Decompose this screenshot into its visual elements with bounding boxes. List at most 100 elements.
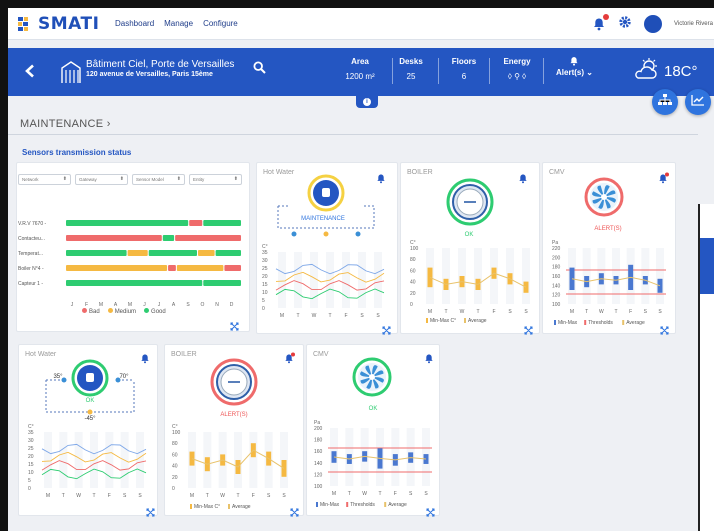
building-name: Bâtiment Ciel, Porte de Versailles bbox=[86, 59, 235, 70]
app-screen: SMATI Dashboard Manage Configure Victori… bbox=[8, 8, 714, 531]
status-segment bbox=[66, 265, 168, 271]
alert-bell-icon bbox=[556, 56, 593, 68]
status-segment bbox=[66, 250, 127, 256]
legend-bad-label: Bad bbox=[89, 309, 100, 315]
sensors-title: Sensors transmission status bbox=[22, 148, 132, 157]
card-title: BOILER bbox=[407, 169, 433, 176]
status-segment bbox=[148, 250, 197, 256]
stat-desks-value: 25 bbox=[406, 72, 416, 81]
info-toggle[interactable]: i bbox=[356, 96, 378, 108]
notification-badge bbox=[603, 14, 609, 20]
status-segment bbox=[66, 280, 203, 286]
status-segment bbox=[162, 235, 175, 241]
secondary-window-header bbox=[700, 238, 714, 294]
filter-network[interactable]: Network bbox=[18, 174, 71, 185]
main-nav: Dashboard Manage Configure bbox=[115, 19, 238, 28]
status-segment bbox=[215, 250, 241, 256]
status-label: OK bbox=[85, 398, 95, 404]
card-title: Hot Water bbox=[25, 351, 57, 358]
hierarchy-icon bbox=[658, 93, 672, 111]
sensor-row-label: Temperat... bbox=[18, 251, 43, 257]
top-bar: SMATI Dashboard Manage Configure Victori… bbox=[8, 8, 714, 40]
boiler-card-2: BOILER bbox=[164, 344, 304, 516]
temp-right-label: 70° bbox=[119, 374, 129, 380]
stat-floors-value: 6 bbox=[461, 72, 467, 81]
chevron-right-icon: › bbox=[106, 118, 111, 130]
section-divider bbox=[8, 134, 698, 135]
stat-divider bbox=[392, 58, 393, 84]
card-title: BOILER bbox=[171, 351, 197, 358]
sensor-row-label: Capteur 1 - bbox=[18, 281, 43, 287]
filter-entity[interactable]: Entity bbox=[189, 174, 242, 185]
screen-frame: SMATI Dashboard Manage Configure Victori… bbox=[0, 0, 714, 531]
nav-configure[interactable]: Configure bbox=[203, 19, 238, 28]
legend-medium: Medium bbox=[107, 308, 136, 315]
stat-divider bbox=[489, 58, 490, 84]
building-icon bbox=[60, 60, 82, 89]
weather-widget: 18C° bbox=[634, 58, 698, 84]
user-name[interactable]: Victorie Rivera bbox=[674, 21, 714, 27]
status-segment bbox=[189, 220, 203, 226]
alerts-dropdown[interactable]: Alert(s) ⌄ bbox=[556, 56, 593, 77]
hierarchy-button[interactable] bbox=[652, 89, 678, 115]
temp-left-label: 35° bbox=[53, 374, 63, 380]
temp-bottom-label: -45° bbox=[84, 416, 96, 422]
page-title[interactable]: MAINTENANCE › bbox=[20, 118, 111, 130]
building-address: 120 avenue de Versailles, Paris 15ème bbox=[86, 71, 213, 78]
notifications-icon[interactable] bbox=[592, 14, 609, 31]
stat-desks-label: Desks bbox=[399, 57, 423, 66]
sensor-filters: Network Gateway Sensor Model Entity bbox=[18, 174, 242, 185]
nav-dashboard[interactable]: Dashboard bbox=[115, 19, 154, 28]
stat-floors: Floors 6 bbox=[448, 57, 480, 81]
month-tick: N bbox=[215, 302, 219, 308]
page-title-text: MAINTENANCE bbox=[20, 118, 104, 130]
sensor-row-label: Boiler N°4 - bbox=[18, 266, 44, 272]
settings-gear-icon[interactable] bbox=[618, 15, 632, 34]
analytics-button[interactable] bbox=[685, 89, 711, 115]
status-label: OK bbox=[464, 232, 474, 238]
month-tick: S bbox=[186, 302, 190, 308]
top-right-actions: Victorie Rivera bbox=[592, 14, 714, 34]
stat-area: Area 1200 m² bbox=[338, 57, 382, 81]
status-label: ALERT(S) bbox=[594, 226, 622, 232]
stat-energy-value: ◊ ⚲ ◊ bbox=[507, 72, 527, 81]
status-segment bbox=[66, 235, 162, 241]
hotwater-card-1: Hot Water bbox=[256, 162, 398, 334]
status-segment bbox=[203, 220, 241, 226]
back-arrow-icon[interactable] bbox=[24, 62, 36, 83]
boiler-card-1: BOILER bbox=[400, 162, 540, 334]
filter-sensor-model[interactable]: Sensor Model bbox=[132, 174, 185, 185]
stat-energy: Energy ◊ ⚲ ◊ bbox=[496, 57, 538, 81]
legend-bad: Bad bbox=[82, 308, 100, 315]
search-icon[interactable] bbox=[253, 61, 266, 79]
chevron-down-icon: ⌄ bbox=[586, 68, 593, 77]
sensor-status-chart: V.R.V 7670 - Contacteu... Temperat... Boile… bbox=[18, 220, 241, 308]
stat-divider bbox=[438, 58, 439, 84]
expand-icon[interactable] bbox=[230, 318, 239, 336]
status-label: OK bbox=[368, 406, 378, 412]
logo[interactable]: SMATI bbox=[18, 14, 99, 34]
user-avatar[interactable] bbox=[644, 15, 662, 33]
legend-good-label: Good bbox=[151, 309, 166, 315]
logo-text: SMATI bbox=[38, 14, 100, 34]
status-segment bbox=[175, 235, 241, 241]
status-label: MAINTENANCE bbox=[301, 216, 345, 222]
month-tick: D bbox=[230, 302, 234, 308]
cloud-sun-icon bbox=[634, 58, 660, 84]
filter-gateway[interactable]: Gateway bbox=[75, 174, 128, 185]
status-segment bbox=[224, 265, 241, 271]
status-label: ALERT(S) bbox=[220, 412, 248, 418]
nav-manage[interactable]: Manage bbox=[164, 19, 193, 28]
status-segment bbox=[168, 265, 176, 271]
logo-icon bbox=[18, 17, 34, 31]
stat-desks: Desks 25 bbox=[395, 57, 427, 81]
building-header: Bâtiment Ciel, Porte de Versailles 120 a… bbox=[8, 48, 714, 96]
info-icon: i bbox=[363, 98, 371, 106]
status-segment bbox=[66, 220, 189, 226]
sensor-legend: Bad Medium Good bbox=[82, 308, 166, 315]
stat-area-value: 1200 m² bbox=[345, 72, 375, 81]
chart-line-icon bbox=[691, 93, 705, 111]
status-segment bbox=[127, 250, 148, 256]
stat-area-label: Area bbox=[351, 57, 369, 66]
stat-floors-label: Floors bbox=[451, 57, 477, 66]
